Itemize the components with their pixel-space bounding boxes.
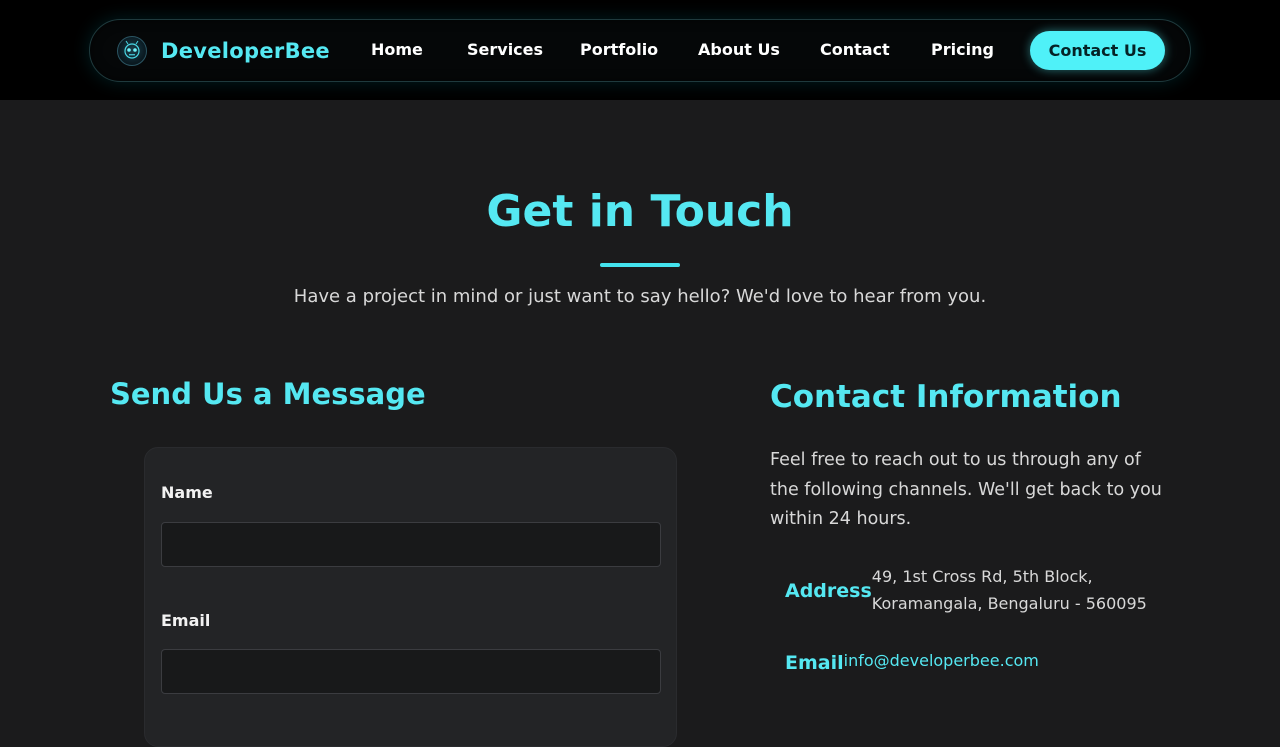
email-link[interactable]: info@developerbee.com [844, 651, 1039, 674]
address-value: 49, 1st Cross Rd, 5th Block, Koramangala… [872, 563, 1147, 617]
contact-info-description: Feel free to reach out to us through any… [770, 450, 1162, 529]
page-subtitle: Have a project in mind or just want to s… [293, 286, 987, 307]
brand[interactable]: DeveloperBee [117, 34, 330, 68]
address-row: Address 49, 1st Cross Rd, 5th Block, Kor… [785, 563, 1147, 617]
email-info-label: Email [785, 652, 844, 674]
contact-us-button[interactable]: Contact Us [1030, 31, 1165, 70]
brand-name[interactable]: DeveloperBee [161, 39, 330, 63]
page-title: Get in Touch [486, 186, 794, 237]
top-navbar: DeveloperBee Home Services Portfolio Abo… [0, 0, 1280, 100]
name-label: Name [161, 483, 213, 502]
address-label: Address [785, 580, 872, 602]
nav-link-services[interactable]: Services [467, 40, 543, 59]
name-input[interactable] [161, 522, 661, 567]
bee-robot-logo-icon [117, 36, 147, 66]
nav-pill: DeveloperBee Home Services Portfolio Abo… [89, 19, 1191, 82]
contact-form-card: Name Email [144, 447, 677, 747]
nav-link-about-us[interactable]: About Us [698, 40, 780, 59]
address-line-2: Koramangala, Bengaluru - 560095 [871, 594, 1147, 613]
address-line-1: 49, 1st Cross Rd, 5th Block, [871, 567, 1093, 586]
email-input[interactable] [161, 649, 661, 694]
email-row: Email info@developerbee.com [785, 651, 1039, 674]
nav-link-pricing[interactable]: Pricing [931, 40, 994, 59]
email-label: Email [161, 611, 211, 630]
nav-link-portfolio[interactable]: Portfolio [580, 40, 658, 59]
nav-link-contact[interactable]: Contact [820, 40, 890, 59]
title-underline-divider [600, 263, 680, 267]
nav-link-home[interactable]: Home [371, 40, 423, 59]
form-heading: Send Us a Message [110, 377, 426, 411]
contact-info-heading: Contact Information [770, 379, 1122, 415]
